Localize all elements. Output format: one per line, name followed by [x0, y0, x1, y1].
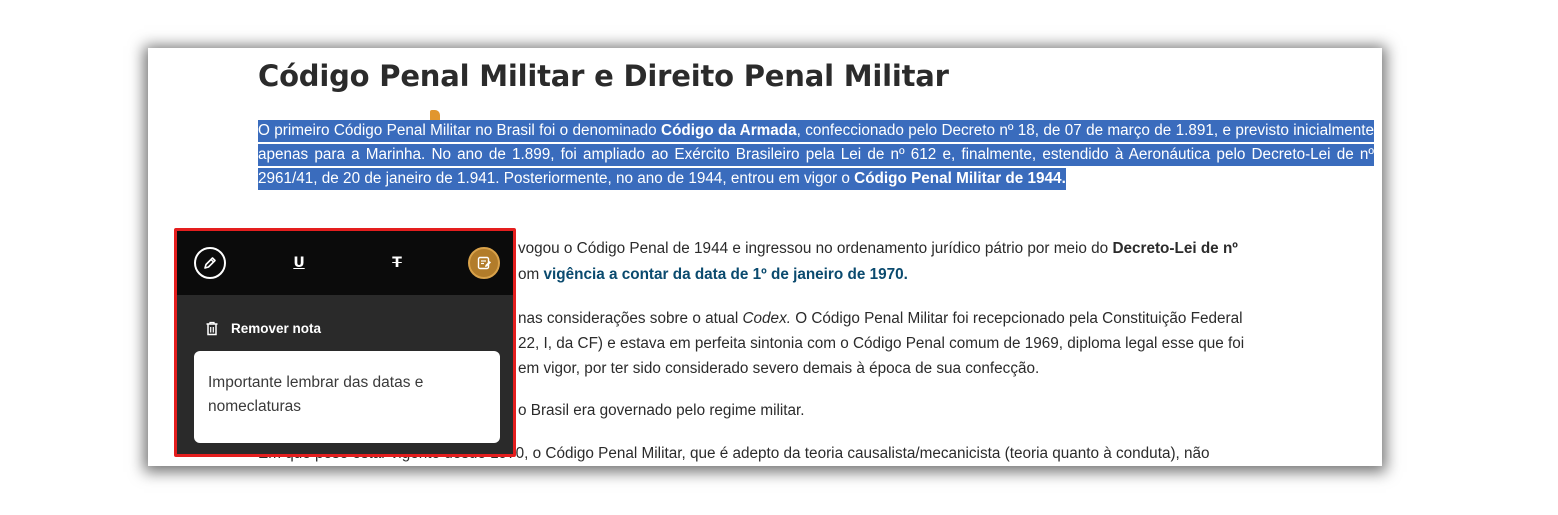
note-popup: U T Remover nota Importante lembrar das … [174, 228, 516, 457]
bold-text: Decreto-Lei de nº [1112, 240, 1238, 257]
paragraph-line: 22, I, da CF) e estava em perfeita sinto… [518, 335, 1245, 352]
highlighted-paragraph[interactable]: O primeiro Código Penal Militar no Brasi… [258, 119, 1374, 191]
underline-icon: U [293, 255, 305, 271]
remove-note-label: Remover nota [231, 320, 322, 336]
strikethrough-button[interactable]: T [381, 247, 413, 279]
underline-button[interactable]: U [283, 247, 315, 279]
bold-text: Código da Armada [661, 122, 797, 139]
note-edit-icon [477, 256, 491, 270]
bold-text: Código Penal Militar de 1944. [854, 170, 1066, 187]
note-text-field[interactable]: Importante lembrar das datas e nomeclatu… [194, 351, 500, 443]
note-edit-button[interactable] [468, 247, 500, 279]
paragraph-line: em vigor, por ter sido considerado sever… [518, 360, 1040, 377]
paragraph-text: om [518, 266, 544, 283]
strikethrough-icon: T [392, 255, 402, 271]
paragraph-line: om vigência a contar da data de 1º de ja… [518, 266, 908, 284]
text-highlight[interactable]: O primeiro Código Penal Militar no Brasi… [258, 120, 1374, 190]
paragraph-text: O Código Penal Militar foi recepcionado … [790, 310, 1243, 327]
page-title: Código Penal Militar e Direito Penal Mil… [258, 59, 949, 93]
annotation-toolbar: U T [177, 231, 513, 295]
italic-text: Codex. [742, 310, 791, 327]
pencil-icon [204, 257, 216, 269]
remove-note-button[interactable]: Remover nota [205, 318, 321, 338]
trash-icon [206, 321, 218, 335]
emphasis-text: vigência a contar da data de 1º de janei… [543, 266, 908, 283]
paragraph-text: vogou o Código Penal de 1944 e ingressou… [518, 240, 1113, 257]
paragraph-line: vogou o Código Penal de 1944 e ingressou… [518, 240, 1238, 258]
paragraph-text: O primeiro Código Penal Militar no Brasi… [258, 122, 662, 139]
paragraph-line: nas considerações sobre o atual Codex. O… [518, 310, 1242, 328]
paragraph-line: o Brasil era governado pelo regime milit… [518, 402, 805, 419]
paragraph-text: nas considerações sobre o atual [518, 310, 743, 327]
highlight-pencil-button[interactable] [194, 247, 226, 279]
